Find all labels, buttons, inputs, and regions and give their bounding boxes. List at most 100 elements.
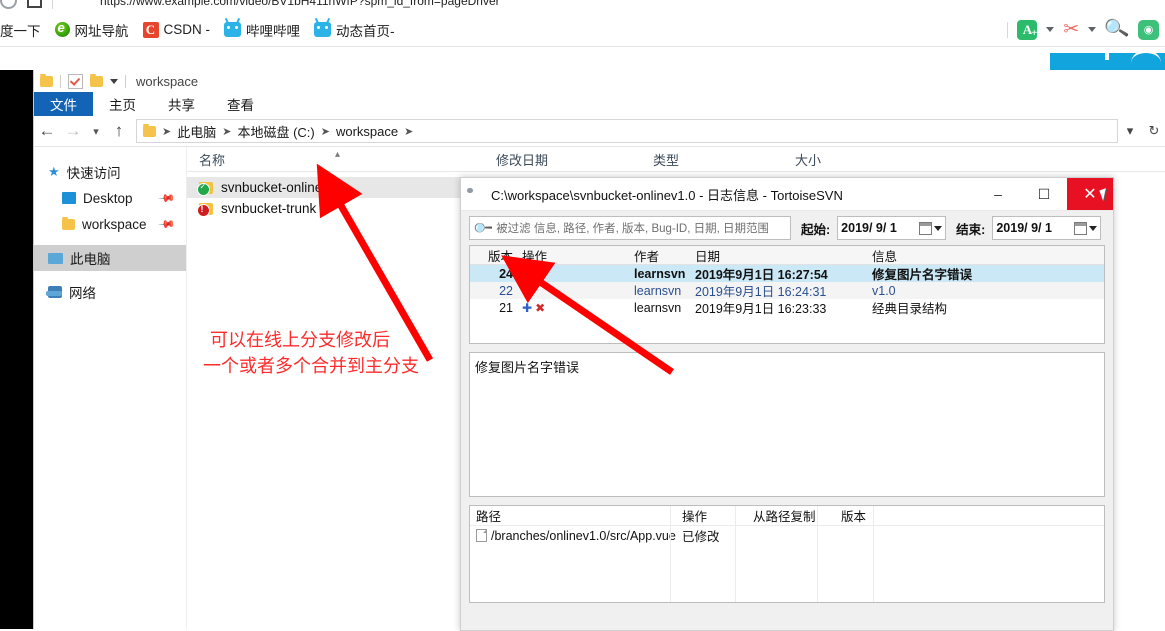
log-actions: ! <box>517 268 629 279</box>
recent-locations-icon[interactable]: ▾ <box>86 125 106 138</box>
bookmark-item-4[interactable]: 动态首页- <box>314 17 395 40</box>
log-revision: 24 <box>499 266 513 281</box>
start-date-field[interactable]: 2019/ 9/ 1 <box>837 216 947 240</box>
tab-share[interactable]: 共享 <box>152 92 211 116</box>
sidebar-item-desktop[interactable]: Desktop 📌 <box>34 185 186 211</box>
game-extension-icon[interactable]: ◉ <box>1138 19 1159 40</box>
column-header-revision[interactable]: 版本 <box>470 246 517 265</box>
chevron-down-icon[interactable] <box>110 78 118 84</box>
search-extension-icon[interactable]: 🔍 <box>1103 16 1131 41</box>
bookmark-item-1[interactable]: 网址导航 <box>54 20 129 40</box>
up-button[interactable]: ↑ <box>106 121 132 141</box>
chevron-down-icon[interactable] <box>1088 27 1097 32</box>
translate-extension-icon[interactable]: A <box>1017 19 1037 43</box>
banner-swoosh <box>1131 50 1161 63</box>
breadcrumb-item-this-pc[interactable]: 此电脑 <box>177 122 216 141</box>
address-bar-actions: ▾ ↻ <box>1118 123 1165 139</box>
breadcrumb-item-local-disk[interactable]: 本地磁盘 (C:) <box>237 122 314 141</box>
maximize-button[interactable]: ☐ <box>1021 178 1067 210</box>
search-icon[interactable]: 🔍 <box>472 217 495 240</box>
folder-icon <box>197 202 213 217</box>
scissors-extension-icon[interactable]: ✂ <box>1063 19 1079 40</box>
back-button[interactable]: ← <box>34 121 60 141</box>
column-header-type[interactable]: 类型 <box>641 150 783 169</box>
column-header-revision[interactable]: 版本 <box>835 506 897 525</box>
minimize-button[interactable]: – <box>975 178 1021 210</box>
date-picker-icon[interactable] <box>1074 221 1098 235</box>
pin-icon[interactable]: 📌 <box>158 215 177 233</box>
properties-icon[interactable] <box>68 73 83 89</box>
start-date-value: 2019/ 9/ 1 <box>841 221 897 235</box>
chevron-down-icon[interactable] <box>1046 27 1055 32</box>
deleted-icon: ✖ <box>535 300 546 315</box>
folder-icon <box>40 73 53 87</box>
dialog-title-bar[interactable]: C:\workspace\svnbucket-onlinev1.0 - 日志信息… <box>461 178 1113 211</box>
url-text[interactable]: https://www.example.com/video/BV1bH411hW… <box>100 0 1100 8</box>
sidebar-item-label: 此电脑 <box>70 252 111 267</box>
filter-placeholder: 被过滤 信息, 路径, 作者, 版本, Bug-ID, 日期, 日期范围 <box>496 223 769 235</box>
filter-input[interactable]: 🔍 被过滤 信息, 路径, 作者, 版本, Bug-ID, 日期, 日期范围 <box>469 216 791 240</box>
sidebar-item-network[interactable]: 网络 <box>34 279 186 305</box>
pin-icon[interactable]: 📌 <box>158 189 177 207</box>
chevron-down-icon[interactable]: ▾ <box>1118 123 1142 139</box>
bookmark-item-2[interactable]: C CSDN - <box>142 21 211 38</box>
bilibili-icon <box>314 17 331 37</box>
window-controls: – ☐ ✕ <box>975 178 1113 210</box>
column-header-message[interactable]: 信息 <box>867 246 1104 265</box>
sidebar-item-this-pc[interactable]: 此电脑 <box>34 245 186 271</box>
new-folder-icon[interactable] <box>90 73 103 87</box>
end-date-label: 结束: <box>956 222 986 237</box>
green-check-badge <box>197 182 210 196</box>
window-title: workspace <box>136 73 199 89</box>
bookmarks-bar: 度一下 网址导航 C CSDN - 哔哩哔哩 动态首页- <box>0 13 1165 75</box>
log-author: learnsvn <box>634 300 682 315</box>
breadcrumb-separator: ➤ <box>222 125 232 138</box>
refresh-icon[interactable]: ↻ <box>1142 123 1165 139</box>
forward-button[interactable]: → <box>60 121 86 141</box>
log-row-21[interactable]: 21 ✚ ✖ learnsvn 2019年9月1日 16:23:33 经典目录结… <box>470 299 1104 317</box>
breadcrumb-item-workspace[interactable]: workspace <box>336 124 398 139</box>
toolbar-divider <box>52 0 53 9</box>
sidebar-item-workspace[interactable]: workspace 📌 <box>34 211 186 237</box>
path-row[interactable]: /branches/onlinev1.0/src/App.vue 已修改 <box>470 526 1104 545</box>
reload-icon[interactable] <box>0 0 17 9</box>
column-header-action[interactable]: 操作 <box>676 506 747 525</box>
column-header-date[interactable]: 日期 <box>690 246 867 265</box>
tab-home[interactable]: 主页 <box>93 92 152 116</box>
log-row-24[interactable]: 24 ! learnsvn 2019年9月1日 16:27:54 修复图片名字错… <box>470 265 1104 282</box>
column-header-date[interactable]: 修改日期 <box>484 150 641 169</box>
log-row-22[interactable]: 22 ✚ learnsvn 2019年9月1日 16:24:31 v1.0 <box>470 282 1104 299</box>
tray-divider <box>1007 21 1009 38</box>
log-actions: ✚ ✖ <box>517 301 629 315</box>
ie-icon <box>54 20 70 37</box>
column-header-copy-from[interactable]: 从路径复制 <box>747 506 835 525</box>
commit-message-box[interactable]: 修复图片名字错误 <box>469 352 1105 497</box>
date-picker-icon[interactable] <box>919 221 943 235</box>
column-header-actions[interactable]: 操作 <box>517 246 629 265</box>
log-entries-list[interactable]: 版本 操作 作者 日期 信息 24 ! learnsvn 2019年9月1日 1… <box>469 245 1105 344</box>
tab-view[interactable]: 查看 <box>211 92 270 116</box>
bookmark-label: CSDN - <box>163 22 211 37</box>
dialog-title: C:\workspace\svnbucket-onlinev1.0 - 日志信息… <box>491 187 843 203</box>
column-header-size[interactable]: 大小 <box>783 150 905 169</box>
end-date-value: 2019/ 9/ 1 <box>996 221 1052 235</box>
bookmark-item-0[interactable]: 度一下 <box>0 20 41 40</box>
sidebar-item-quick-access[interactable]: ★ 快速访问 <box>34 159 186 185</box>
path-value: /branches/onlinev1.0/src/App.vue <box>470 529 676 543</box>
mouse-cursor <box>1099 188 1110 201</box>
changed-paths-list[interactable]: 路径 操作 从路径复制 版本 /branches/onlinev1.0/src/… <box>469 505 1105 603</box>
log-author: learnsvn <box>634 283 682 298</box>
end-date-field[interactable]: 2019/ 9/ 1 <box>992 216 1102 240</box>
column-header-name[interactable]: 名称 ▴ <box>187 149 484 169</box>
close-button[interactable]: ✕ <box>1067 178 1113 210</box>
tab-file[interactable]: 文件 <box>34 92 93 116</box>
breadcrumb[interactable]: ➤ 此电脑 ➤ 本地磁盘 (C:) ➤ workspace ➤ <box>136 119 1118 143</box>
file-row-onlinev1[interactable]: svnbucket-onlinev1.0 <box>187 177 469 198</box>
column-header-author[interactable]: 作者 <box>629 246 690 265</box>
navigation-pane: ★ 快速访问 Desktop 📌 workspace 📌 此电脑 网络 <box>34 147 187 629</box>
modified-icon: ! <box>522 268 533 279</box>
bookmark-item-3[interactable]: 哔哩哔哩 <box>224 17 300 40</box>
stop-icon[interactable] <box>27 0 42 8</box>
column-header-path[interactable]: 路径 <box>470 506 676 525</box>
quick-access-toolbar: workspace <box>34 70 1165 92</box>
